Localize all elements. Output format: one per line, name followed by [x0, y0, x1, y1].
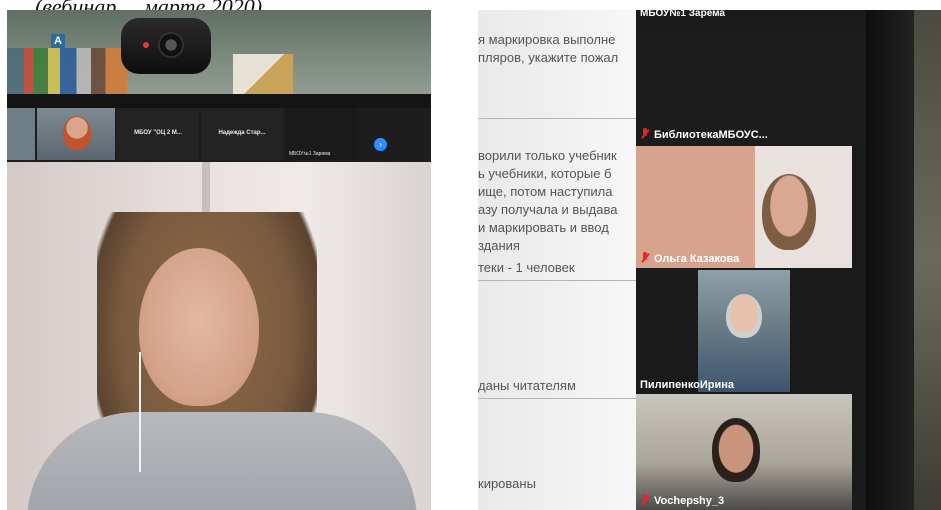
muted-mic-icon — [640, 494, 650, 505]
room-background — [914, 10, 941, 510]
strip-tile[interactable] — [7, 108, 35, 160]
right-photo: я маркировка выполне пляров, укажите пож… — [478, 10, 941, 510]
monitor-bezel — [7, 94, 431, 108]
arrow-right-icon[interactable]: › — [374, 138, 387, 151]
webcam-light — [143, 42, 149, 48]
table-rule — [478, 118, 638, 119]
doc-line: ь учебники, которые б — [478, 166, 612, 181]
webcam-lens — [158, 32, 184, 58]
letter-block-icon: A — [51, 34, 65, 48]
doc-line: кированы — [478, 476, 536, 491]
doc-line: азу получала и выдава — [478, 202, 618, 217]
toy-shelf — [7, 48, 127, 96]
participant-name-row: Ольга Казакова — [640, 252, 739, 265]
participant-name: МБОУ№1 Зарема — [640, 10, 725, 19]
zoom-gallery: МБОУ№1 Зарема БиблиотекаМБОУС... Ольга К… — [636, 10, 866, 510]
doc-line: ворили только учебник — [478, 148, 617, 163]
doc-line: я маркировка выполне — [478, 32, 616, 47]
participant-name-row: БиблиотекаМБОУС... — [640, 128, 768, 141]
strip-tile-sublabel: МБОУ№1 Зарема — [289, 151, 331, 157]
strip-tile[interactable]: Надежда Стар... — [201, 108, 283, 160]
participant-face — [63, 116, 91, 150]
muted-mic-icon — [640, 252, 650, 263]
participant-face — [762, 174, 816, 250]
participant-strip: МБОУ "ОЦ 2 М... Надежда Стар... МБОУ№1 З… — [7, 108, 431, 162]
participant-tile[interactable]: БиблиотекаМБОУС... — [636, 32, 866, 144]
strip-tile-label: МБОУ "ОЦ 2 М... — [134, 130, 182, 136]
speaker-face — [139, 248, 259, 406]
participant-tile[interactable]: Vochepshy_3 — [636, 394, 852, 510]
webcam-icon — [121, 18, 211, 74]
doc-line: и маркировать и ввод — [478, 220, 609, 235]
active-speaker-video — [7, 162, 431, 510]
participant-tile[interactable]: Ольга Казакова — [636, 146, 852, 268]
doc-line: даны читателям — [478, 378, 576, 393]
speaker-shirt — [27, 412, 417, 510]
participant-tile[interactable]: МБОУ№1 Зарема — [636, 10, 866, 32]
strip-tile[interactable] — [37, 108, 115, 160]
table-rule — [478, 280, 638, 281]
participant-name: Vochepshy_3 — [654, 495, 725, 507]
participant-tile[interactable]: ПилипенкоИрина — [636, 268, 866, 394]
left-photo: A МБОУ "ОЦ 2 М... Надежда Стар... МБОУ№1… — [7, 10, 431, 510]
doc-line: ище, потом наступила — [478, 184, 613, 199]
participant-name: БиблиотекаМБОУС... — [654, 129, 768, 141]
strip-tile[interactable]: МБОУ "ОЦ 2 М... — [117, 108, 199, 160]
document-fragment: я маркировка выполне пляров, укажите пож… — [478, 10, 638, 510]
muted-mic-icon — [640, 128, 650, 139]
wall-poster — [233, 54, 293, 96]
participant-name: Ольга Казакова — [654, 253, 740, 265]
participant-face — [726, 294, 762, 338]
participant-video — [698, 270, 790, 392]
table-rule — [478, 398, 638, 399]
participant-name-row: Vochepshy_3 — [640, 494, 724, 507]
strip-tile[interactable]: МБОУ№1 Зарема — [285, 108, 357, 160]
strip-tile-label: Надежда Стар... — [218, 130, 266, 136]
monitor-edge — [866, 10, 914, 510]
doc-line: теки - 1 человек — [478, 260, 575, 275]
participant-name: ПилипенкоИрина — [640, 379, 735, 391]
earphone-wire — [139, 352, 141, 472]
doc-line: пляров, укажите пожал — [478, 50, 619, 65]
doc-line: здания — [478, 238, 520, 253]
participant-face — [712, 418, 760, 482]
